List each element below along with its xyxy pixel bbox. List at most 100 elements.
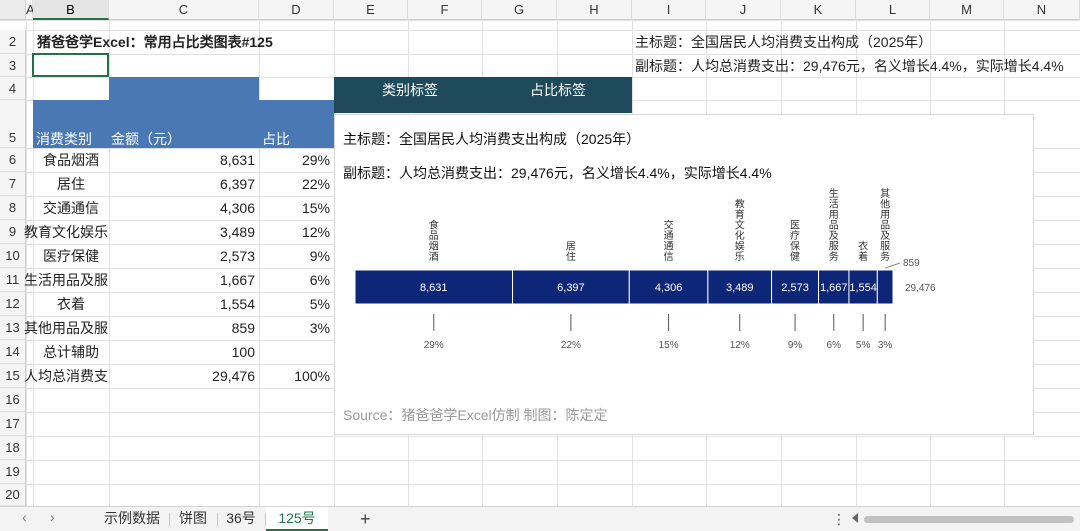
row-header-14[interactable]: 14 <box>0 340 26 364</box>
sheet-tab[interactable]: 示例数据 <box>96 507 168 531</box>
category-label: 化 <box>735 229 745 242</box>
category-label: 服 <box>829 241 839 253</box>
cell-pct[interactable]: 12% <box>259 220 334 244</box>
cell-category[interactable]: 食品烟酒 <box>33 148 109 172</box>
col-header-b[interactable]: B <box>33 0 109 20</box>
col-header-a[interactable]: A <box>26 0 35 20</box>
cell-amount[interactable]: 8,631 <box>109 148 259 172</box>
cell-category[interactable]: 居住 <box>33 172 109 196</box>
row-header-16[interactable]: 16 <box>0 388 26 412</box>
cell-category[interactable]: 交通通信 <box>33 196 109 220</box>
cell-amount[interactable]: 2,573 <box>109 244 259 268</box>
bar-value-label: 6,397 <box>557 282 585 294</box>
category-label: 生 <box>829 187 839 200</box>
col-header-e[interactable]: E <box>334 0 408 20</box>
row-header-20[interactable]: 20 <box>0 484 26 506</box>
cell-amount[interactable]: 3,489 <box>109 220 259 244</box>
prev-sheet-arrow[interactable]: ‹ <box>22 509 27 525</box>
sheet-tab-bar: ‹ › 示例数据 饼图 36号 125号 + ⋮ <box>0 506 1080 531</box>
cell-pct[interactable]: 22% <box>259 172 334 196</box>
header-category: 消费类别 <box>36 131 92 147</box>
row-header-17[interactable]: 17 <box>0 412 26 436</box>
col-header-c[interactable]: C <box>109 0 259 20</box>
bar-value-label: 1,667 <box>820 282 848 294</box>
bar-value-label: 1,554 <box>849 282 877 294</box>
col-header-j[interactable]: J <box>706 0 781 20</box>
col-header-h[interactable]: H <box>557 0 632 20</box>
chart-source: Source：猪爸爸学Excel仿制 制图：陈定定 <box>343 407 608 423</box>
cell-amount[interactable]: 4,306 <box>109 196 259 220</box>
col-header-i[interactable]: I <box>632 0 706 20</box>
add-sheet-button[interactable]: + <box>360 507 371 531</box>
row-header-7[interactable]: 7 <box>0 172 26 196</box>
sheet-tab[interactable]: 36号 <box>218 507 264 531</box>
cell-pct[interactable]: 15% <box>259 196 334 220</box>
row-divider <box>0 484 1080 485</box>
cell-pct[interactable]: 100% <box>259 364 334 388</box>
category-label: 住 <box>566 250 576 263</box>
cell-pct[interactable]: 5% <box>259 292 334 316</box>
cell-category[interactable]: 衣着 <box>33 292 109 316</box>
category-label: 着 <box>858 250 868 263</box>
col-header-l[interactable]: L <box>856 0 930 20</box>
cell-amount[interactable]: 29,476 <box>109 364 259 388</box>
category-label: 品 <box>880 220 890 232</box>
cell-amount[interactable]: 1,554 <box>109 292 259 316</box>
tab-separator <box>217 513 218 526</box>
col-header-n[interactable]: N <box>1004 0 1080 20</box>
col-header-k[interactable]: K <box>781 0 856 20</box>
col-header-f[interactable]: F <box>408 0 482 20</box>
tab-separator <box>265 513 266 526</box>
cell-category[interactable]: 其他用品及服务 <box>22 316 109 340</box>
cell-amount[interactable]: 859 <box>109 316 259 340</box>
chart-panel[interactable]: 主标题：全国居民人均消费支出构成（2025年） 副标题：人均总消费支出：29,4… <box>334 114 1034 435</box>
stacked-bar-chart: 8,631食品烟酒29%6,397居住22%4,306交通通信15%3,489教… <box>354 187 936 351</box>
sheet-tab[interactable]: 125号 <box>266 507 328 531</box>
row-header-2[interactable]: 2 <box>0 30 26 54</box>
category-label: 食 <box>429 219 439 232</box>
sub-title-cell[interactable]: 副标题：人均总消费支出：29,476元，名义增长4.4%，实际增长4.4% <box>631 54 1071 78</box>
cell-category[interactable]: 人均总消费支出 <box>22 364 109 388</box>
col-header-m[interactable]: M <box>930 0 1004 20</box>
select-all-corner[interactable] <box>0 0 26 20</box>
cell-category[interactable]: 生活用品及服务 <box>22 268 109 292</box>
category-label: 及 <box>880 230 890 242</box>
sheet-title-cell[interactable]: 猪爸爸学Excel：常用占比类图表#125 <box>33 30 333 54</box>
col-header-g[interactable]: G <box>482 0 557 20</box>
cell-pct[interactable]: 3% <box>259 316 334 340</box>
cell-category[interactable]: 医疗保健 <box>33 244 109 268</box>
row-header-8[interactable]: 8 <box>0 196 26 220</box>
category-label: 信 <box>664 251 674 263</box>
cell-pct[interactable]: 9% <box>259 244 334 268</box>
next-sheet-arrow[interactable]: › <box>50 509 55 525</box>
row-header-5[interactable]: 5 <box>0 100 26 148</box>
row-header-19[interactable]: 19 <box>0 460 26 484</box>
cell-category[interactable]: 教育文化娱乐 <box>22 220 109 244</box>
scroll-left-arrow[interactable] <box>852 513 858 523</box>
cell-pct[interactable]: 6% <box>259 268 334 292</box>
horizontal-scrollbar[interactable] <box>864 516 1074 523</box>
selected-cell-b3[interactable] <box>32 53 109 77</box>
cell-pct[interactable] <box>259 340 334 364</box>
row-header-12[interactable]: 12 <box>0 292 26 316</box>
main-title-cell[interactable]: 主标题：全国居民人均消费支出构成（2025年） <box>631 30 1031 54</box>
row-header-4[interactable]: 4 <box>0 77 26 100</box>
band-label-pct: 占比标签 <box>530 82 586 98</box>
row-header-3[interactable]: 3 <box>0 54 26 77</box>
col-header-d[interactable]: D <box>259 0 334 20</box>
row-header-10[interactable]: 10 <box>0 244 26 268</box>
spreadsheet-grid[interactable]: ABCDEFGHIJKLMN 2 3 4 5 6 7 8 9 10 11 12 13 14 15 16 17 1… <box>0 0 1080 506</box>
row-header-18[interactable]: 18 <box>0 436 26 460</box>
category-label: 医 <box>790 220 800 232</box>
sheet-tab[interactable]: 饼图 <box>170 507 216 531</box>
more-menu-icon[interactable]: ⋮ <box>832 507 846 531</box>
pct-label: 5% <box>856 340 871 351</box>
row-header-6[interactable]: 6 <box>0 148 26 172</box>
pct-label: 12% <box>730 340 750 351</box>
cell-category[interactable]: 总计辅助 <box>33 340 109 364</box>
cell-amount[interactable]: 1,667 <box>109 268 259 292</box>
cell-pct[interactable]: 29% <box>259 148 334 172</box>
category-label: 育 <box>735 208 745 221</box>
cell-amount[interactable]: 100 <box>109 340 259 364</box>
cell-amount[interactable]: 6,397 <box>109 172 259 196</box>
